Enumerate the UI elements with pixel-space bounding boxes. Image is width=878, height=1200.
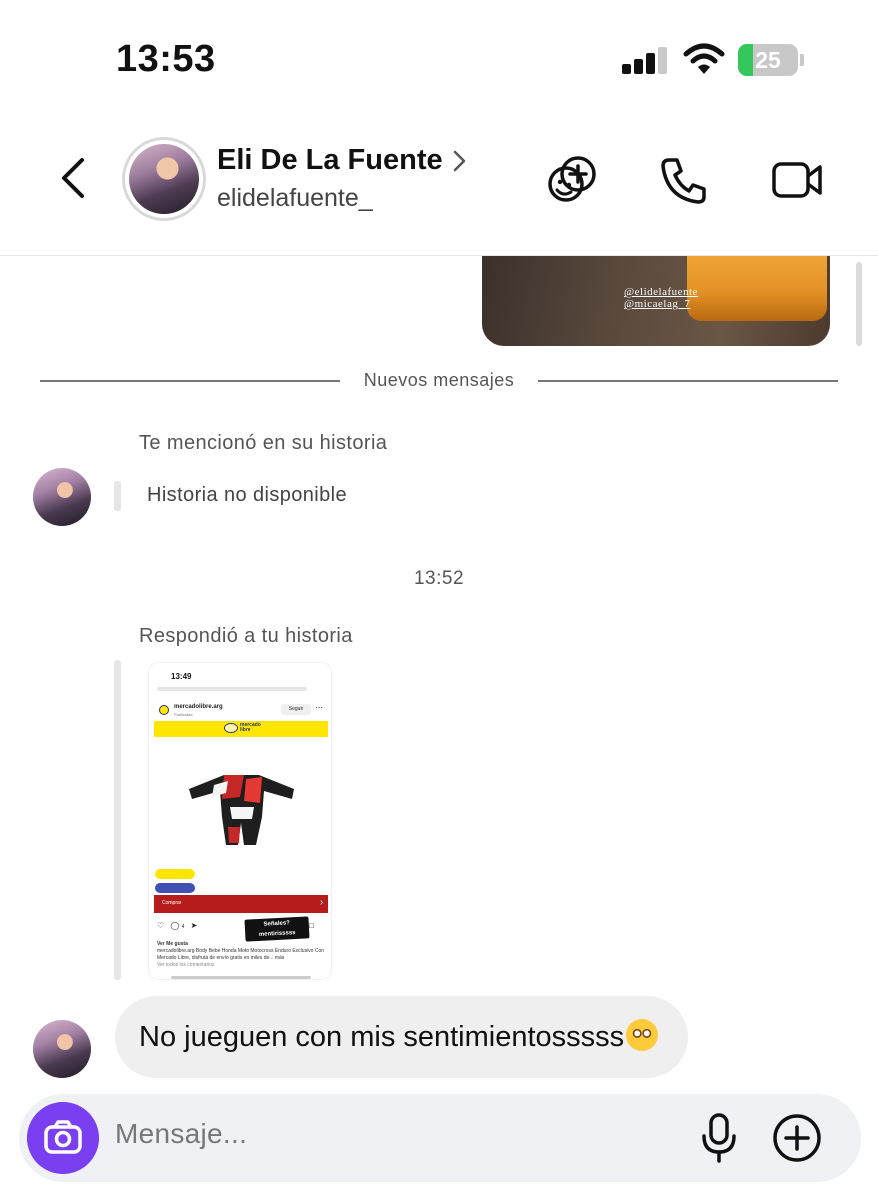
sent-story-image[interactable]: @elidelafuente @micaelag_7 [482,256,830,346]
comment-icon: ◯ [170,921,180,930]
story-reply-note: Respondió a tu historia [139,625,353,647]
camera-button[interactable] [27,1102,99,1174]
phone-icon[interactable] [655,152,711,208]
heart-icon: ♡ [157,921,165,930]
contact-avatar[interactable] [122,137,206,221]
battery-icon: 25 [738,44,798,76]
thumb-badge [155,869,195,879]
mention-note: Te mencionó en su historia [139,432,388,454]
chevron-right-icon[interactable] [452,148,468,174]
story-text-sticker: Señales? mentirisssss [244,916,310,942]
chevron-right-icon: › [320,897,324,908]
more-dots-icon: ⋯ [315,703,323,712]
handshake-logo-icon [224,723,238,733]
battery-percentage: 25 [755,47,781,73]
microphone-icon[interactable] [699,1112,739,1164]
avatar-image [129,144,199,214]
baby-bodysuit-image [189,775,294,845]
pleading-face-emoji-icon [626,1019,659,1051]
sender-avatar[interactable] [33,1020,91,1078]
chat-header: Eli De La Fuente elidelafuente_ [0,110,878,256]
quote-bar [114,660,121,980]
home-indicator [171,976,311,979]
status-time: 13:53 [116,38,216,80]
cellular-signal-icon [622,46,670,74]
thumb-status-bar: 13:49 [149,663,331,687]
thumb-buy-bar: Comprar › [154,895,328,913]
effects-icon[interactable] [544,152,600,208]
back-chevron-icon[interactable] [54,154,94,202]
quote-bar [114,481,121,511]
thumb-brand-banner: mercado libre [154,721,328,737]
message-input[interactable]: Mensaje... [115,1118,247,1150]
message-composer: Mensaje... [19,1094,861,1182]
story-unavailable-text: Historia no disponible [147,484,348,506]
thumb-account: mercadolibre.arg [174,704,223,710]
mercadolibre-logo-icon [159,705,169,715]
battery-cap [800,54,804,66]
add-plus-icon[interactable] [771,1112,823,1164]
message-text: No jueguen con mis sentimientosssss [139,1021,625,1053]
message-timestamp: 13:52 [413,568,465,589]
thumb-caption: Ver Me gusta mercadolibre.arg Body Bebe … [157,941,325,968]
thumb-faint-text [157,687,307,691]
thumb-post-header: mercadolibre.arg Publicidad Seguir ⋯ [149,701,331,721]
wifi-icon [683,43,725,74]
thumb-follow-button: Seguir [281,704,311,715]
video-camera-icon[interactable] [770,152,826,208]
drink-glass [687,256,827,321]
new-messages-divider: Nuevos mensajes [40,368,838,394]
thumb-buy-label: Comprar [162,900,182,906]
sender-avatar[interactable] [33,468,91,526]
mention-tag: @micaelag_7 [624,298,691,310]
story-thumbnail[interactable]: 13:49 mercadolibre.arg Publicidad Seguir… [148,662,332,980]
contact-username[interactable]: elidelafuente_ [217,184,373,213]
thumb-sponsored: Publicidad [174,712,193,717]
bookmark-icon: □ [309,921,314,930]
comment-count: 4 [181,924,185,930]
divider-label: Nuevos mensajes [363,370,515,390]
thumb-badge [155,883,195,893]
status-bar: 13:53 25 [0,0,878,110]
thumb-time: 13:49 [171,672,192,681]
contact-name[interactable]: Eli De La Fuente [217,144,443,177]
share-icon: ➤ [190,921,198,930]
scrollbar[interactable] [856,262,862,346]
message-bubble[interactable]: No jueguen con mis sentimientosssss [115,996,689,1078]
mention-tag: @elidelafuente [624,286,698,298]
thumb-brand-text: mercado libre [240,722,261,733]
